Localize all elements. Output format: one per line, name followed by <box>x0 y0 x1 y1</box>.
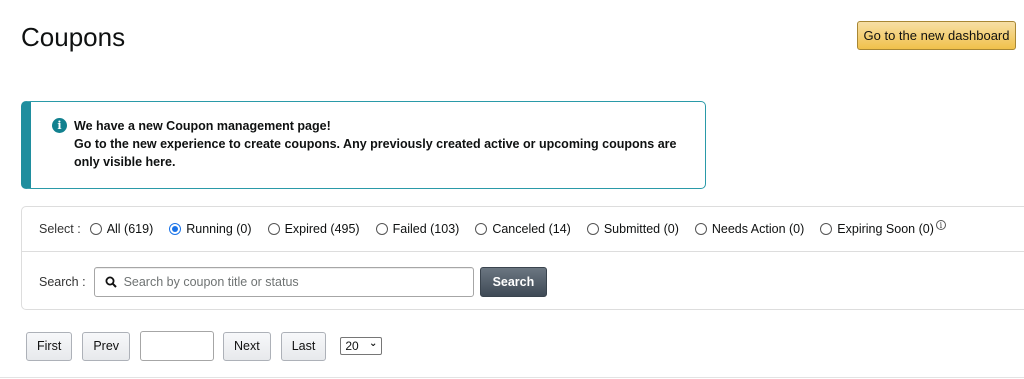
radio-label: Running (0) <box>186 222 252 236</box>
magnifier-icon <box>105 276 117 288</box>
search-row: Search : Search <box>22 253 1024 311</box>
info-alert: i We have a new Coupon management page! … <box>21 101 706 189</box>
radio-label: Expired (495) <box>284 222 360 236</box>
radio-label: Canceled (14) <box>492 222 571 236</box>
first-page-button[interactable]: First <box>26 331 73 361</box>
radio-button[interactable] <box>89 223 102 235</box>
radio-button[interactable] <box>475 223 488 235</box>
filter-panel: Select : All (619) Running (0) Expired (… <box>21 206 1024 310</box>
prev-page-button[interactable]: Prev <box>82 331 131 361</box>
radio-submitted[interactable]: Submitted (0) <box>586 222 679 236</box>
divider <box>0 377 1024 378</box>
radio-label: Expiring Soon (0) <box>837 222 934 236</box>
radio-label: Failed (103) <box>392 222 460 236</box>
radio-button[interactable] <box>375 223 388 235</box>
radio-canceled[interactable]: Canceled (14) <box>475 222 571 236</box>
info-icon[interactable]: i <box>935 220 946 230</box>
next-page-button[interactable]: Next <box>223 331 271 361</box>
chevron-down-icon: ⌄ <box>368 338 378 349</box>
radio-running[interactable]: Running (0) <box>169 222 252 236</box>
alert-text: We have a new Coupon management page! Go… <box>74 117 685 171</box>
radio-all[interactable]: All (619) <box>89 222 154 236</box>
radio-label: Submitted (0) <box>603 222 679 236</box>
search-field[interactable] <box>93 267 474 297</box>
search-button[interactable]: Search <box>479 267 548 297</box>
alert-line-3: only visible here. <box>74 155 176 169</box>
radio-button[interactable] <box>267 223 280 235</box>
last-page-button[interactable]: Last <box>280 331 327 361</box>
status-filter-row: Select : All (619) Running (0) Expired (… <box>22 207 1024 252</box>
radio-label: All (619) <box>106 222 154 236</box>
search-label: Search : <box>39 275 86 289</box>
pagination: First Prev Next Last 20 ⌄ <box>26 331 383 361</box>
radio-expiring-soon[interactable]: Expiring Soon (0) i <box>820 220 946 236</box>
radio-button[interactable] <box>820 223 833 235</box>
info-icon: i <box>52 118 67 133</box>
radio-expired[interactable]: Expired (495) <box>267 222 360 236</box>
radio-needs-action[interactable]: Needs Action (0) <box>694 222 805 236</box>
radio-button-checked[interactable] <box>169 223 182 235</box>
per-page-select[interactable]: 20 ⌄ <box>340 337 383 355</box>
radio-failed[interactable]: Failed (103) <box>375 222 460 236</box>
page-number-input[interactable] <box>140 331 215 361</box>
page-title: Coupons <box>21 22 126 52</box>
search-input[interactable] <box>123 275 464 289</box>
alert-line-2: Go to the new experience to create coupo… <box>74 137 677 151</box>
alert-line-1: We have a new Coupon management page! <box>74 119 331 133</box>
radio-button[interactable] <box>586 223 599 235</box>
radio-button[interactable] <box>694 223 707 235</box>
radio-label: Needs Action (0) <box>711 222 805 236</box>
per-page-value: 20 <box>345 339 359 353</box>
select-label: Select : <box>39 222 81 236</box>
go-to-new-dashboard-button[interactable]: Go to the new dashboard <box>857 21 1016 50</box>
